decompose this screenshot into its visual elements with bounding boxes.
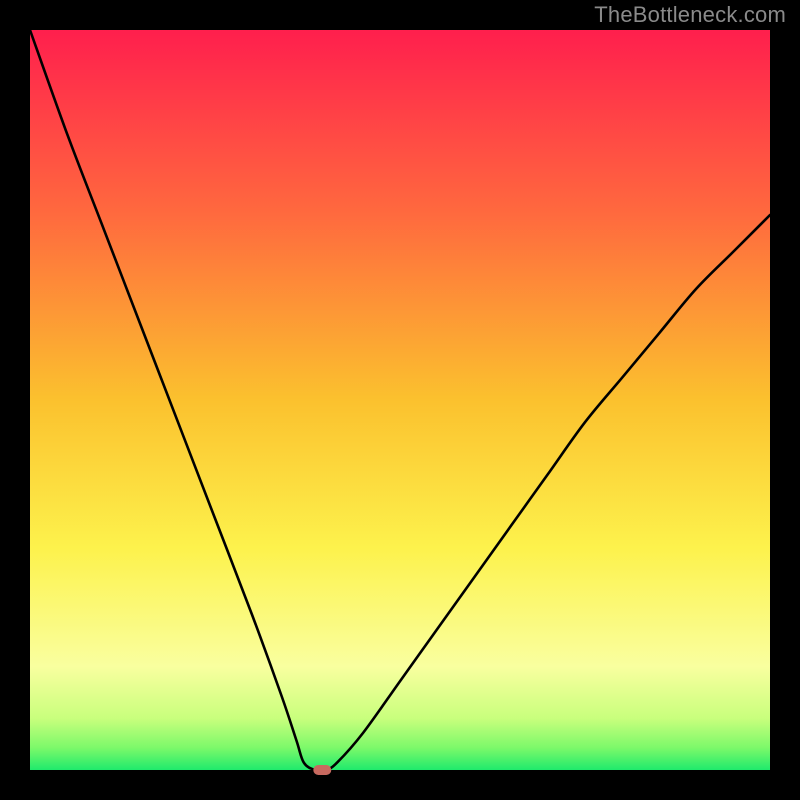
optimal-point-marker [313, 765, 331, 775]
watermark-text: TheBottleneck.com [594, 2, 786, 28]
bottleneck-chart [0, 0, 800, 800]
chart-plot-area [30, 30, 770, 770]
chart-stage: TheBottleneck.com [0, 0, 800, 800]
